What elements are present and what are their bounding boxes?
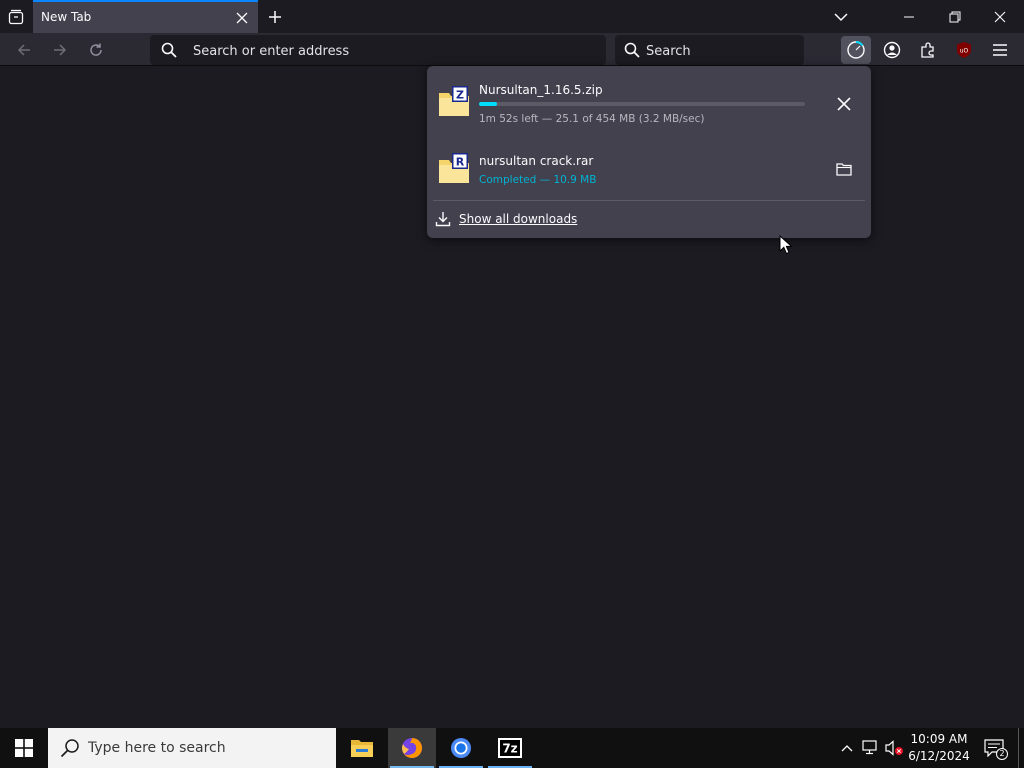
7zip-icon: 7z (498, 738, 522, 758)
tab-list-icon[interactable] (5, 6, 27, 28)
start-button[interactable] (0, 728, 48, 768)
download-arrow-icon (435, 212, 451, 227)
search-icon (624, 42, 640, 62)
forward-button[interactable] (48, 38, 72, 62)
download-item-rar[interactable]: R nursultan crack.rar Completed — 10.9 M… (427, 143, 871, 207)
search-bar[interactable] (615, 35, 804, 65)
panel-divider (433, 200, 865, 201)
volume-muted-icon[interactable] (885, 736, 905, 760)
svg-text:R: R (456, 156, 465, 169)
close-tab-icon[interactable] (234, 10, 250, 26)
tab-new-tab[interactable]: New Tab (33, 0, 258, 33)
network-icon[interactable] (861, 736, 881, 760)
file-explorer-icon (351, 740, 373, 757)
search-icon (161, 42, 177, 62)
new-tab-button[interactable] (264, 6, 286, 28)
search-input[interactable] (646, 41, 796, 61)
mouse-cursor-icon (779, 234, 793, 259)
system-clock[interactable]: 10:09 AM 6/12/2024 (906, 731, 972, 765)
rar-file-icon: R (437, 152, 471, 186)
svg-text:uO: uO (960, 48, 969, 55)
reload-button[interactable] (84, 38, 108, 62)
open-containing-folder-button[interactable] (831, 156, 857, 182)
windows-logo-icon (15, 739, 33, 757)
ublock-shield-icon: uO (957, 42, 971, 58)
app-menu-button[interactable] (985, 36, 1015, 64)
download-status: Completed — 10.9 MB (479, 174, 597, 186)
ublock-origin-button[interactable]: uO (949, 36, 979, 64)
svg-text:7z: 7z (502, 742, 517, 756)
windows-taskbar: 7z 10:09 AM 6/12/2024 2 (0, 728, 1024, 768)
downloads-panel: Z Nursultan_1.16.5.zip 1m 52s left — 25.… (427, 66, 871, 238)
tab-title: New Tab (41, 10, 92, 24)
address-bar[interactable] (150, 35, 606, 65)
address-input[interactable] (193, 41, 593, 61)
download-filename: Nursultan_1.16.5.zip (479, 83, 603, 97)
download-progress-fill (479, 102, 497, 106)
downloads-progress-icon (847, 41, 865, 59)
download-item-zip[interactable]: Z Nursultan_1.16.5.zip 1m 52s left — 25.… (427, 72, 871, 136)
show-all-downloads-button[interactable]: Show all downloads (435, 207, 863, 231)
close-window-button[interactable] (987, 4, 1013, 30)
search-icon (60, 738, 80, 762)
puzzle-icon (921, 42, 934, 58)
cancel-download-button[interactable] (831, 91, 857, 117)
svg-text:Z: Z (456, 89, 464, 102)
show-desktop-button[interactable] (1018, 728, 1024, 768)
download-progress-bar (479, 102, 805, 106)
navigation-toolbar: uO (0, 33, 1024, 66)
7zip-taskbar-button[interactable]: 7z (486, 728, 534, 768)
extensions-button[interactable] (913, 36, 943, 64)
restore-button[interactable] (942, 4, 968, 30)
clock-time: 10:09 AM (910, 732, 968, 746)
firefox-icon (402, 738, 422, 758)
downloads-button[interactable] (841, 36, 871, 64)
hamburger-menu-icon (993, 44, 1007, 56)
folder-icon (836, 163, 852, 176)
firefox-taskbar-button[interactable] (388, 728, 436, 768)
file-explorer-taskbar-button[interactable] (338, 728, 386, 768)
taskbar-search-input[interactable] (88, 738, 328, 758)
clock-date: 6/12/2024 (908, 749, 970, 763)
close-icon (837, 97, 851, 111)
back-button[interactable] (12, 38, 36, 62)
chrome-taskbar-button[interactable] (437, 728, 485, 768)
tab-strip: New Tab (0, 0, 1024, 33)
account-button[interactable] (877, 36, 907, 64)
zip-file-icon: Z (437, 85, 471, 119)
download-filename: nursultan crack.rar (479, 154, 594, 168)
list-all-tabs-chevron-icon[interactable] (828, 4, 854, 30)
download-status: 1m 52s left — 25.1 of 454 MB (3.2 MB/sec… (479, 113, 705, 125)
show-hidden-icons-chevron-icon[interactable] (837, 736, 857, 760)
account-icon (883, 41, 901, 59)
chrome-icon (451, 738, 471, 758)
taskbar-search-box[interactable] (48, 728, 336, 768)
show-all-downloads-label: Show all downloads (459, 212, 578, 226)
notification-count-badge: 2 (996, 748, 1008, 760)
action-center-button[interactable]: 2 (980, 734, 1008, 762)
minimize-button[interactable] (896, 4, 922, 30)
